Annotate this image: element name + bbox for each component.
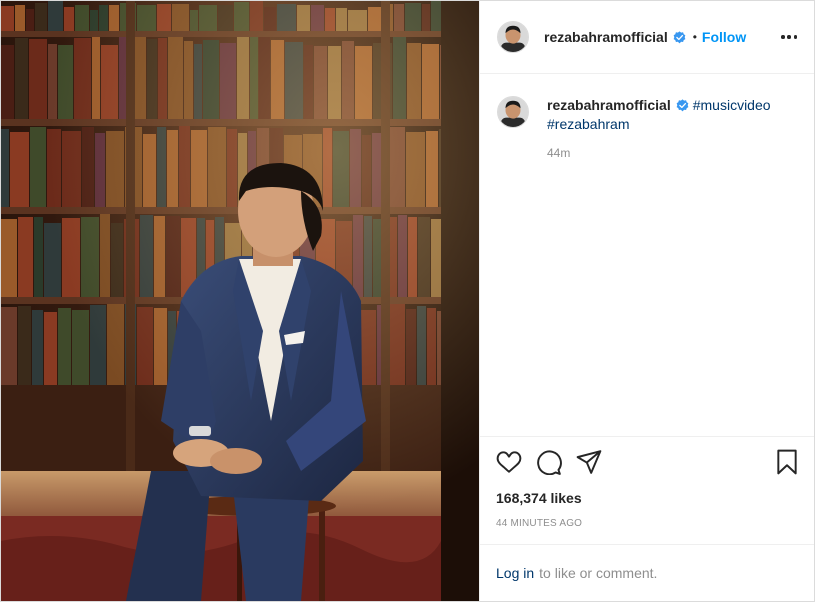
heart-icon[interactable]: [496, 449, 522, 475]
hashtag-link[interactable]: #rezabahram: [547, 116, 630, 132]
caption-row: rezabahramofficial #musicvideo #rezabahr…: [497, 96, 798, 163]
login-prompt: Log in to like or comment.: [480, 544, 814, 601]
header-separator: •: [692, 30, 697, 44]
comments-area: rezabahramofficial #musicvideo #rezabahr…: [480, 74, 814, 436]
verified-badge-icon: [673, 30, 686, 43]
caption-time: 44m: [547, 146, 571, 160]
action-bar: [480, 436, 814, 486]
avatar-image: [498, 22, 528, 52]
header-username[interactable]: rezabahramofficial: [544, 29, 668, 45]
caption-body: rezabahramofficial #musicvideo #rezabahr…: [547, 96, 771, 163]
comment-icon[interactable]: [536, 449, 562, 475]
caption-avatar[interactable]: [497, 96, 529, 128]
avatar-image: [498, 97, 528, 127]
hashtag-link[interactable]: #musicvideo: [693, 96, 771, 115]
post-photo[interactable]: [1, 1, 479, 601]
paper-plane-icon[interactable]: [576, 449, 602, 475]
post-timestamp[interactable]: 44 MINUTES AGO: [480, 508, 814, 544]
post-side-panel: rezabahramofficial • Follow rezabahramof…: [479, 1, 814, 601]
verified-badge-icon: [676, 99, 689, 112]
instagram-post: rezabahramofficial • Follow rezabahramof…: [0, 0, 815, 602]
login-link[interactable]: Log in: [496, 565, 534, 581]
caption-username[interactable]: rezabahramofficial: [547, 96, 671, 115]
avatar[interactable]: [497, 21, 529, 53]
more-dot: [787, 35, 791, 39]
follow-button[interactable]: Follow: [702, 29, 746, 45]
login-suffix: to like or comment.: [539, 565, 658, 581]
post-header: rezabahramofficial • Follow: [480, 1, 814, 74]
likes-count[interactable]: 168,374 likes: [480, 486, 814, 508]
caption-head: rezabahramofficial #musicvideo: [547, 96, 771, 115]
post-photo-image: [1, 1, 479, 601]
bookmark-icon[interactable]: [774, 449, 800, 475]
more-dot: [781, 35, 785, 39]
more-dot: [793, 35, 797, 39]
more-options-icon[interactable]: [780, 28, 798, 46]
